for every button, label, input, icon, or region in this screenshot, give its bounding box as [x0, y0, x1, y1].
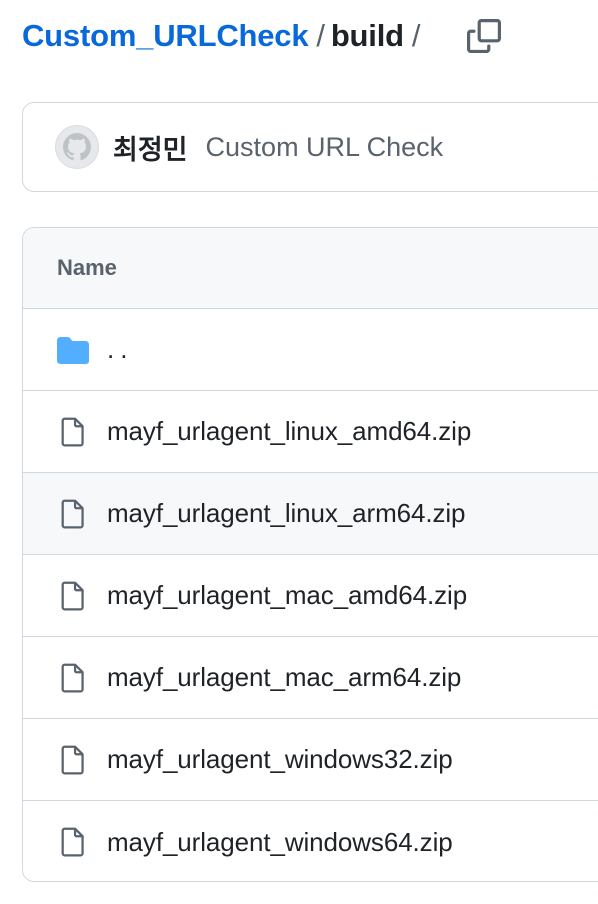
copy-path-button[interactable] [462, 16, 506, 56]
file-link[interactable]: mayf_urlagent_mac_arm64.zip [107, 662, 461, 693]
file-link[interactable]: mayf_urlagent_windows64.zip [107, 827, 453, 858]
file-row[interactable]: mayf_urlagent_mac_amd64.zip [23, 555, 598, 637]
file-row[interactable]: mayf_urlagent_linux_amd64.zip [23, 391, 598, 473]
latest-commit-box: 최정민 Custom URL Check [22, 102, 598, 192]
file-table: Name .. mayf_urlagent_linux_amd64.zip ma… [22, 227, 598, 882]
parent-directory-link[interactable]: .. [107, 334, 133, 365]
file-link[interactable]: mayf_urlagent_linux_amd64.zip [107, 416, 471, 447]
file-icon [57, 498, 89, 530]
file-link[interactable]: mayf_urlagent_mac_amd64.zip [107, 580, 467, 611]
avatar[interactable] [55, 125, 99, 169]
file-row[interactable]: mayf_urlagent_mac_arm64.zip [23, 637, 598, 719]
breadcrumb-current-folder: build [330, 18, 404, 53]
breadcrumb-separator: / [316, 18, 325, 53]
github-mark-icon [63, 133, 91, 161]
parent-directory-row[interactable]: .. [23, 309, 598, 391]
file-link[interactable]: mayf_urlagent_windows32.zip [107, 744, 453, 775]
breadcrumb-trailing-separator: / [411, 18, 421, 53]
file-icon [57, 744, 89, 776]
file-row[interactable]: mayf_urlagent_linux_arm64.zip [23, 473, 598, 555]
file-icon [57, 662, 89, 694]
commit-message-link[interactable]: Custom URL Check [206, 132, 444, 163]
copy-icon [467, 19, 501, 53]
breadcrumb: Custom_URLCheck / build / [22, 14, 420, 58]
column-header-name: Name [57, 255, 117, 280]
file-link[interactable]: mayf_urlagent_linux_arm64.zip [107, 498, 466, 529]
table-header: Name [23, 228, 598, 309]
folder-icon [57, 334, 89, 366]
file-icon [57, 416, 89, 448]
file-icon [57, 580, 89, 612]
breadcrumb-repo-link[interactable]: Custom_URLCheck [22, 18, 309, 54]
file-row[interactable]: mayf_urlagent_windows64.zip [23, 801, 598, 881]
file-row[interactable]: mayf_urlagent_windows32.zip [23, 719, 598, 801]
commit-author-link[interactable]: 최정민 [113, 128, 188, 167]
file-icon [57, 826, 89, 858]
